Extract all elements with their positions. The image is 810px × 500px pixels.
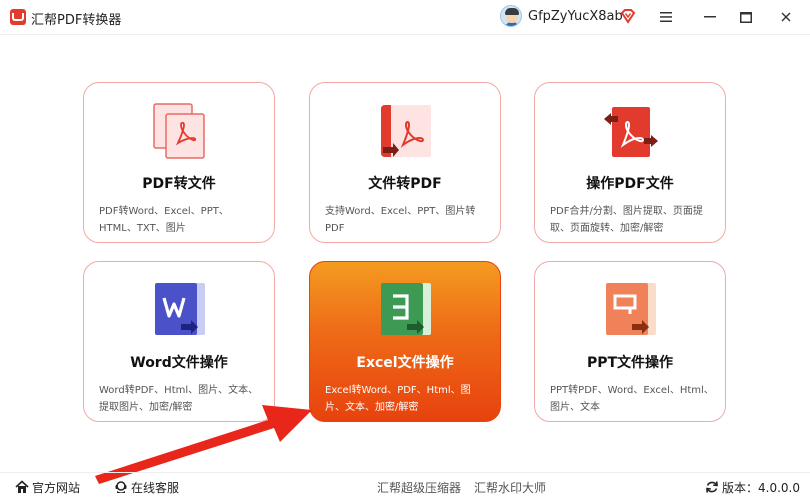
annotation-arrow — [95, 405, 312, 484]
card-label: PPT文件操作 — [586, 355, 674, 371]
card-excel[interactable]: Excel文件操作 Excel转Word、PDF、Html、图片、文本、加密/解… — [309, 261, 501, 422]
menu-icon[interactable] — [654, 5, 678, 29]
card-label: 文件转PDF — [368, 176, 442, 192]
customer-service-icon — [115, 481, 127, 493]
ppt-icon — [606, 283, 656, 335]
app-logo-icon — [10, 9, 26, 25]
watermark-link[interactable]: 汇帮水印大师 — [474, 478, 546, 496]
card-desc: PDF转Word、Excel、PPT、HTML、TXT、图片 — [99, 206, 229, 234]
card-label: 操作PDF文件 — [586, 176, 674, 192]
card-operate-pdf[interactable]: 操作PDF文件 PDF合并/分割、图片提取、页面提取、页面旋转、加密/解密 — [534, 82, 726, 243]
card-label: Word文件操作 — [130, 355, 228, 371]
maximize-icon[interactable] — [734, 5, 758, 29]
official-site-label: 官方网站 — [32, 480, 81, 495]
home-icon — [15, 480, 29, 493]
official-site-link[interactable]: 官方网站 — [15, 478, 80, 496]
minimize-icon[interactable] — [698, 5, 722, 29]
file-to-pdf-icon — [381, 105, 431, 157]
footer-divider — [0, 472, 810, 473]
pdf-operate-icon — [604, 107, 658, 157]
card-pdf-to-file[interactable]: PDF转文件 PDF转Word、Excel、PPT、HTML、TXT、图片 — [83, 82, 275, 243]
card-word[interactable]: Word文件操作 Word转PDF、Html、图片、文本、提取图片、加密/解密 — [83, 261, 275, 422]
card-desc: PDF合并/分割、图片提取、页面提取、页面旋转、加密/解密 — [550, 206, 703, 234]
version-info[interactable]: 版本：4.0.0.0 — [705, 478, 800, 496]
card-label: Excel文件操作 — [356, 355, 454, 371]
card-label: PDF转文件 — [142, 176, 216, 192]
card-desc: Excel转Word、PDF、Html、图片、文本、加密/解密 — [325, 385, 471, 413]
username[interactable]: GfpZyYucX8ab — [528, 9, 623, 24]
app-title: 汇帮PDF转换器 — [31, 13, 122, 28]
card-desc: PPT转PDF、Word、Excel、Html、图片、文本 — [550, 385, 714, 413]
refresh-icon — [706, 481, 718, 493]
online-service-link[interactable]: 在线客服 — [114, 478, 179, 496]
pdf-convert-icon — [153, 103, 205, 159]
card-file-to-pdf[interactable]: 文件转PDF 支持Word、Excel、PPT、图片转PDF — [309, 82, 501, 243]
title-divider — [0, 34, 810, 35]
compressor-link[interactable]: 汇帮超级压缩器 — [377, 478, 461, 496]
online-service-label: 在线客服 — [131, 480, 180, 495]
version-label: 版本：4.0.0.0 — [722, 480, 800, 495]
word-icon — [155, 283, 205, 335]
card-ppt[interactable]: PPT文件操作 PPT转PDF、Word、Excel、Html、图片、文本 — [534, 261, 726, 422]
card-desc: 支持Word、Excel、PPT、图片转PDF — [325, 206, 476, 234]
user-avatar[interactable] — [500, 5, 522, 27]
vip-diamond-icon[interactable] — [620, 8, 636, 24]
card-desc: Word转PDF、Html、图片、文本、提取图片、加密/解密 — [99, 385, 259, 413]
title-bar: 汇帮PDF转换器 GfpZyYucX8ab — [0, 0, 810, 34]
excel-icon — [381, 283, 431, 335]
close-icon[interactable] — [774, 5, 798, 29]
